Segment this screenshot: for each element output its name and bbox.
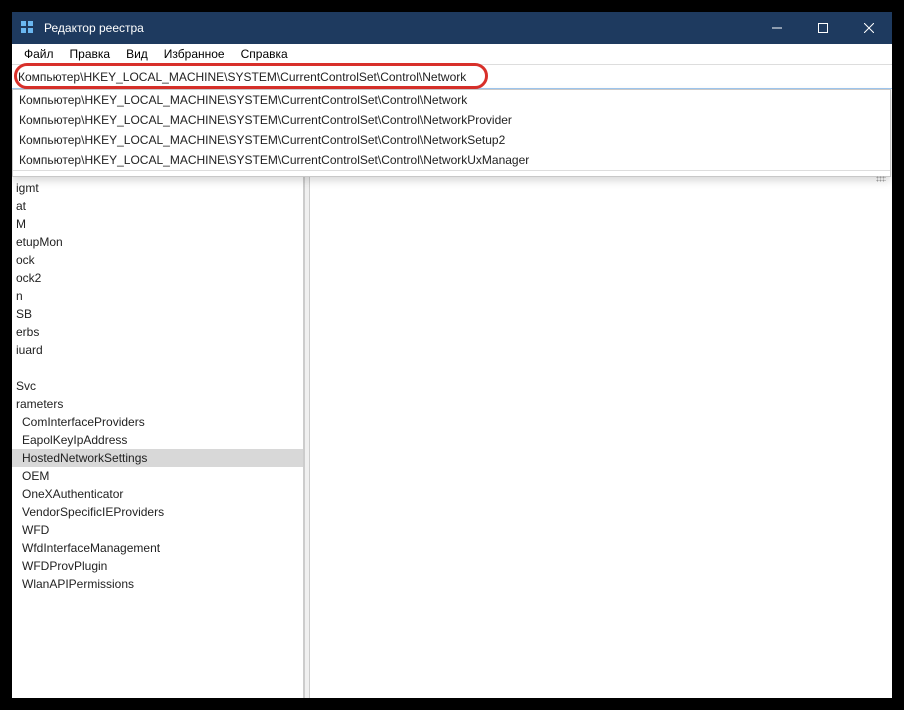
tree-item[interactable]: VendorSpecificIEProviders: [12, 503, 303, 521]
tree-item[interactable]: M: [12, 215, 303, 233]
tree-item[interactable]: Svc: [12, 377, 303, 395]
tree-item[interactable]: erbs: [12, 323, 303, 341]
suggestion-item[interactable]: Компьютер\HKEY_LOCAL_MACHINE\SYSTEM\Curr…: [13, 130, 890, 150]
window-title: Редактор реестра: [44, 21, 144, 35]
app-icon: [20, 20, 36, 36]
maximize-button[interactable]: [800, 12, 846, 44]
tree-item[interactable]: iuard: [12, 341, 303, 359]
tree-pane[interactable]: scribeServicescribeSplitTunnelun420ttpAu…: [12, 89, 304, 698]
close-button[interactable]: [846, 12, 892, 44]
menu-edit[interactable]: Правка: [62, 45, 119, 63]
tree-item[interactable]: SB: [12, 305, 303, 323]
address-input[interactable]: [12, 68, 892, 86]
menu-view[interactable]: Вид: [118, 45, 156, 63]
value-pane[interactable]: 011 110 HostedNetworkSettings REG_BINARY…: [310, 89, 892, 698]
menubar: Файл Правка Вид Избранное Справка: [12, 44, 892, 65]
tree-item[interactable]: WFDProvPlugin: [12, 557, 303, 575]
tree-item[interactable]: WlanAPIPermissions: [12, 575, 303, 593]
content-area: scribeServicescribeSplitTunnelun420ttpAu…: [12, 89, 892, 698]
tree-item[interactable]: rameters: [12, 395, 303, 413]
tree-item[interactable]: WfdInterfaceManagement: [12, 539, 303, 557]
menu-file[interactable]: Файл: [16, 45, 62, 63]
tree-item[interactable]: etupMon: [12, 233, 303, 251]
address-bar: [12, 65, 892, 89]
tree-item[interactable]: at: [12, 197, 303, 215]
tree-item[interactable]: ock2: [12, 269, 303, 287]
tree-item[interactable]: OneXAuthenticator: [12, 485, 303, 503]
tree-item[interactable]: [12, 359, 303, 377]
suggestion-item[interactable]: Компьютер\HKEY_LOCAL_MACHINE\SYSTEM\Curr…: [13, 90, 890, 110]
tree-item[interactable]: n: [12, 287, 303, 305]
menu-help[interactable]: Справка: [233, 45, 296, 63]
address-suggestions: Компьютер\HKEY_LOCAL_MACHINE\SYSTEM\Curr…: [12, 89, 891, 177]
suggestion-item[interactable]: Компьютер\HKEY_LOCAL_MACHINE\SYSTEM\Curr…: [13, 150, 890, 170]
titlebar[interactable]: Редактор реестра: [12, 12, 892, 44]
menu-favorites[interactable]: Избранное: [156, 45, 233, 63]
minimize-button[interactable]: [754, 12, 800, 44]
suggestion-item[interactable]: Компьютер\HKEY_LOCAL_MACHINE\SYSTEM\Curr…: [13, 110, 890, 130]
tree-item[interactable]: OEM: [12, 467, 303, 485]
registry-editor-window: Редактор реестра Файл Правка Вид Избранн…: [12, 12, 892, 698]
tree-item[interactable]: EapolKeyIpAddress: [12, 431, 303, 449]
tree-item[interactable]: ock: [12, 251, 303, 269]
tree-item[interactable]: HostedNetworkSettings: [12, 449, 303, 467]
tree-item[interactable]: ComInterfaceProviders: [12, 413, 303, 431]
tree-item[interactable]: igmt: [12, 179, 303, 197]
suggestion-resize-grip[interactable]: [13, 170, 890, 176]
tree-item[interactable]: WFD: [12, 521, 303, 539]
